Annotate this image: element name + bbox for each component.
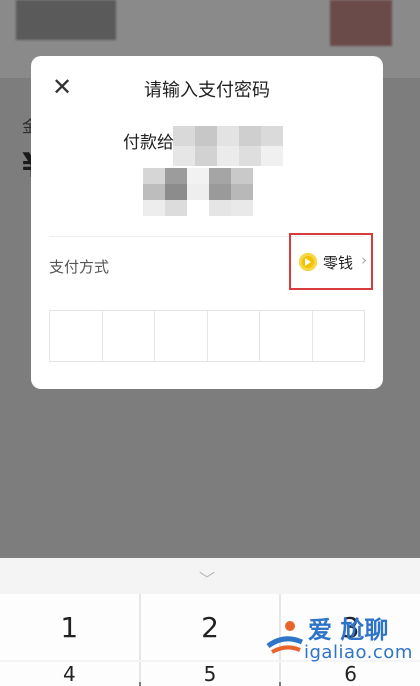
- blurred-avatar: [16, 0, 116, 40]
- password-input[interactable]: [49, 310, 365, 362]
- payment-method-selector[interactable]: 零钱 ›: [289, 233, 373, 290]
- chevron-down-icon[interactable]: ﹀: [196, 566, 218, 589]
- key-4[interactable]: 4: [0, 662, 139, 686]
- watermark: 爱 尬聊 igaliao.com: [256, 606, 416, 672]
- payment-password-dialog: ✕ 请输入支付密码 付款给 支付方式 零钱 ›: [31, 56, 383, 389]
- pin-digit-box: [260, 311, 313, 361]
- wallet-change-icon: [299, 253, 317, 271]
- pin-digit-box: [155, 311, 208, 361]
- payment-method-value: 零钱: [323, 254, 354, 272]
- watermark-title: 爱 尬聊: [308, 616, 389, 644]
- watermark-logo-icon: [266, 621, 304, 654]
- payment-method-label: 支付方式: [49, 258, 110, 276]
- pin-digit-box: [103, 311, 155, 361]
- key-1[interactable]: 1: [0, 594, 139, 660]
- blurred-payment-amount: [143, 168, 253, 216]
- blurred-payee-name: [173, 126, 283, 166]
- dialog-title: 请输入支付密码: [144, 80, 270, 101]
- pin-digit-box: [208, 311, 260, 361]
- watermark-url: igaliao.com: [304, 642, 413, 663]
- blurred-thumbnail: [330, 0, 392, 46]
- pin-digit-box: [50, 311, 103, 361]
- chevron-right-icon: ›: [361, 251, 367, 269]
- payee-label: 付款给: [123, 133, 174, 153]
- pin-digit-box: [313, 311, 365, 361]
